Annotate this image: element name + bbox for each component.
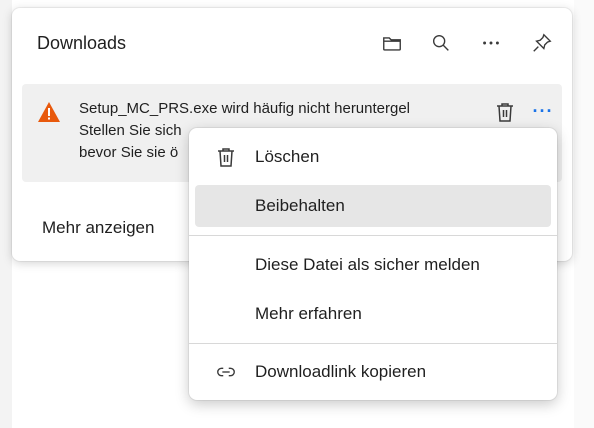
search-icon[interactable] [428, 30, 454, 56]
trash-icon [215, 146, 237, 168]
panel-title: Downloads [37, 33, 127, 53]
menu-separator [189, 343, 557, 344]
menu-item-label: Mehr erfahren [255, 304, 362, 323]
menu-item-learn-more[interactable]: Mehr erfahren [195, 293, 551, 335]
show-more-link[interactable]: Mehr anzeigen [42, 218, 154, 238]
link-icon [215, 361, 237, 383]
item-text-line-1: Setup_MC_PRS.exe wird häufig nicht herun… [79, 100, 411, 117]
menu-item-report-safe[interactable]: Diese Datei als sicher melden [195, 244, 551, 286]
more-icon[interactable] [478, 30, 504, 56]
pin-icon[interactable] [529, 30, 555, 56]
menu-item-delete[interactable]: Löschen [195, 136, 551, 178]
background-right [574, 0, 594, 428]
more-dots-icon: ··· [532, 100, 554, 121]
warning-icon [38, 102, 60, 122]
menu-item-label: Diese Datei als sicher melden [255, 255, 480, 274]
item-delete-button[interactable] [492, 98, 518, 126]
trash-icon [497, 103, 513, 122]
menu-separator [189, 235, 557, 236]
background-left [0, 0, 12, 428]
folder-icon[interactable] [379, 30, 405, 56]
menu-item-label: Beibehalten [255, 196, 345, 215]
menu-item-label: Löschen [255, 147, 320, 166]
menu-item-keep[interactable]: Beibehalten [195, 185, 551, 227]
menu-item-copy-link[interactable]: Downloadlink kopieren [195, 351, 551, 393]
menu-item-label: Downloadlink kopieren [255, 362, 427, 381]
context-menu: Löschen Beibehalten Diese Datei als sich… [189, 128, 557, 400]
item-more-button[interactable]: ··· [527, 96, 559, 126]
